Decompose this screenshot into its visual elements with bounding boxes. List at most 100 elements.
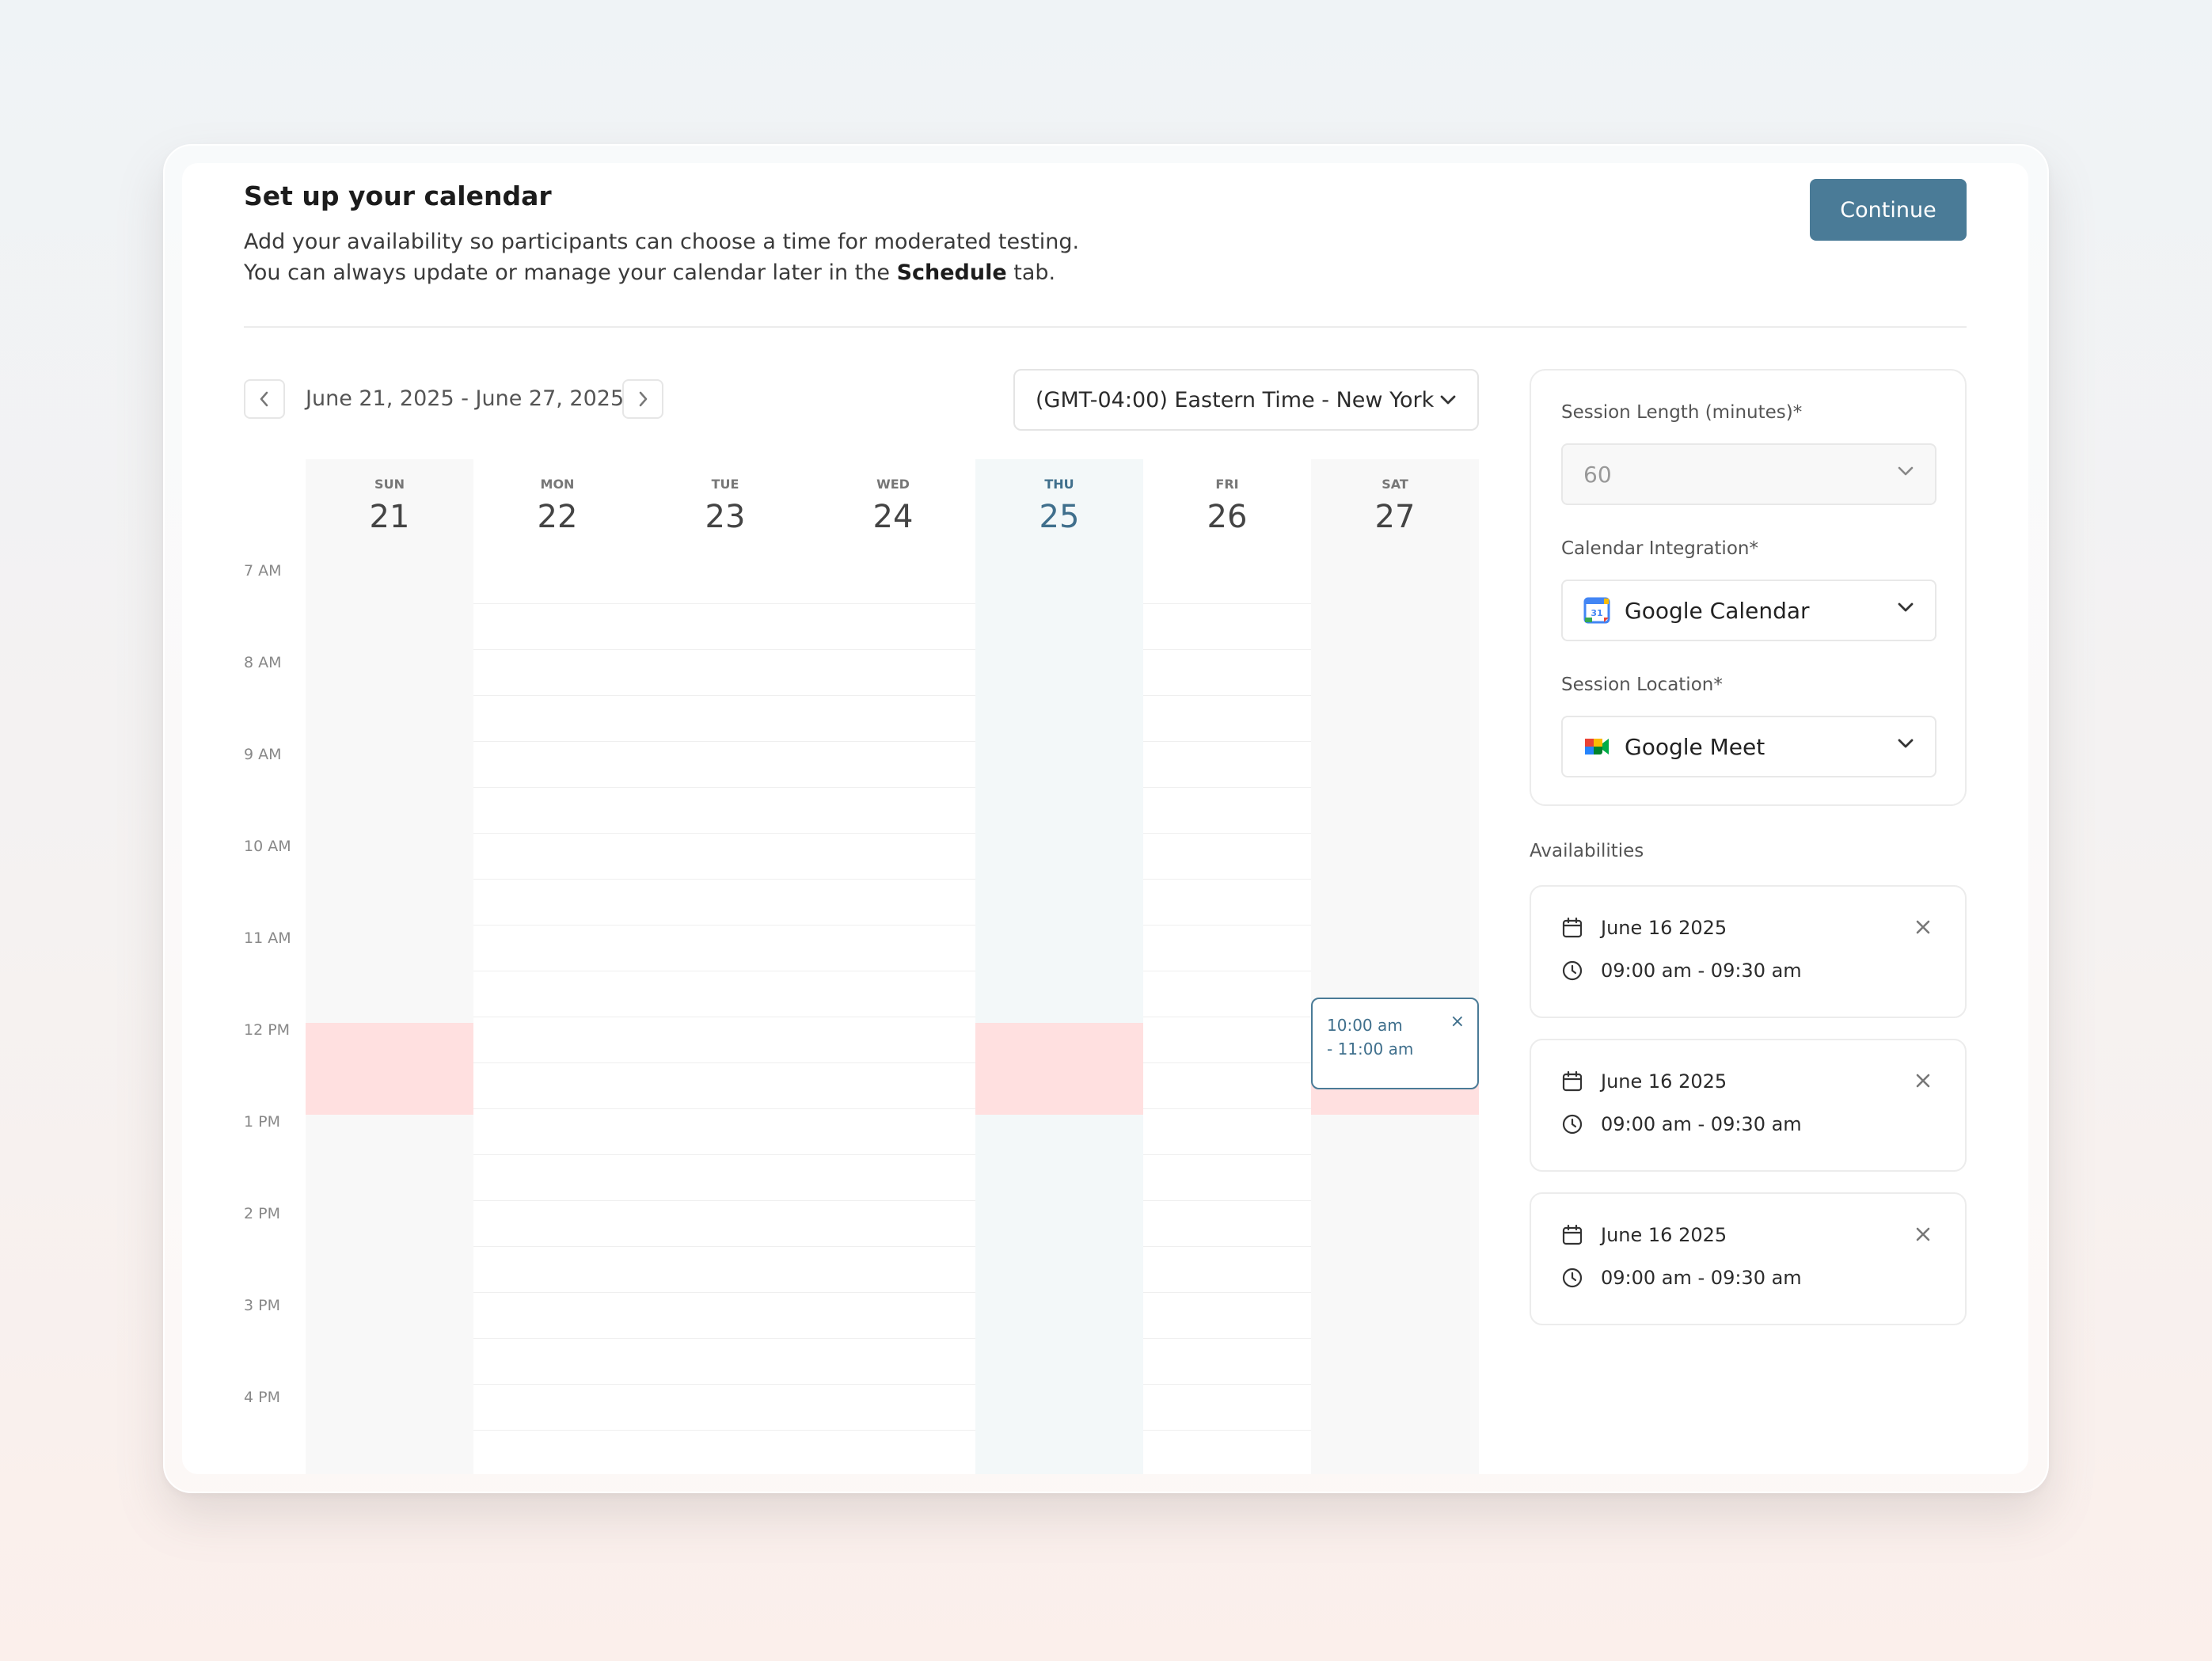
session-location-value: Google Meet [1625, 733, 1765, 760]
grid-line [809, 649, 977, 650]
availability-date-row: June 16 2025 [1561, 1224, 1727, 1246]
grid-line [809, 1292, 977, 1293]
grid-line [809, 1108, 977, 1109]
description-line-2: You can always update or manage your cal… [244, 257, 1079, 288]
grid-line [809, 1338, 977, 1339]
day-column-wed[interactable]: WED 24 [809, 459, 977, 1474]
calendar-icon [1562, 1070, 1583, 1092]
clock-icon [1562, 1268, 1583, 1288]
page-description: Add your availability so participants ca… [244, 226, 1079, 288]
day-column-sun[interactable]: SUN 21 [306, 459, 473, 1474]
availability-time-row: 09:00 am - 09:30 am [1561, 960, 1802, 982]
availabilities-title: Availabilities [1530, 841, 1644, 861]
calendar-integration-label: Calendar Integration* [1561, 538, 1758, 559]
grid-line [473, 787, 641, 788]
day-number: 27 [1374, 499, 1416, 535]
day-header: SAT 27 [1311, 459, 1479, 557]
time-label: 8 AM [244, 654, 282, 671]
calendar-integration-select[interactable]: 31 Google Calendar [1561, 580, 1936, 641]
availability-time: 09:00 am - 09:30 am [1601, 1113, 1802, 1135]
grid-line [473, 695, 641, 696]
grid-line [641, 649, 809, 650]
description-line-1: Add your availability so participants ca… [244, 230, 1080, 254]
grid-line [473, 741, 641, 742]
grid-line [473, 1200, 641, 1201]
clock-icon [1562, 1114, 1583, 1135]
next-week-button[interactable] [622, 379, 663, 419]
availability-time-row: 09:00 am - 09:30 am [1561, 1267, 1802, 1289]
time-label: 12 PM [244, 1021, 291, 1039]
day-name: MON [540, 477, 575, 492]
chevron-down-icon [1440, 395, 1456, 405]
timezone-select[interactable]: (GMT-04:00) Eastern Time - New York [1013, 369, 1479, 431]
session-length-value: 60 [1583, 461, 1612, 488]
schedule-tab-reference: Schedule [896, 260, 1007, 285]
session-settings-panel: Session Length (minutes)* 60 Calendar In… [1530, 369, 1967, 806]
grid-line [473, 649, 641, 650]
day-number: 22 [537, 499, 578, 535]
setup-card: Set up your calendar Add your availabili… [182, 163, 2028, 1474]
grid-line [1143, 695, 1311, 696]
grid-line [641, 879, 809, 880]
grid-line [473, 833, 641, 834]
day-column-fri[interactable]: FRI 26 [1143, 459, 1311, 1474]
availability-slot[interactable]: 10:00 am - 11:00 am × [1311, 998, 1479, 1089]
day-name: FRI [1215, 477, 1239, 492]
time-label: 3 PM [244, 1297, 280, 1314]
grid-line [809, 925, 977, 926]
grid-line [473, 879, 641, 880]
grid-line [641, 1200, 809, 1201]
session-length-select[interactable]: 60 [1561, 443, 1936, 505]
grid-line [1143, 1292, 1311, 1293]
grid-line [1143, 1338, 1311, 1339]
calendar-icon [1562, 917, 1583, 938]
grid-line [641, 1062, 809, 1063]
grid-line [809, 879, 977, 880]
grid-line [1143, 649, 1311, 650]
grid-line [809, 1246, 977, 1247]
svg-text:31: 31 [1591, 608, 1602, 618]
grid-line [809, 1430, 977, 1431]
grid-line [641, 1292, 809, 1293]
day-number: 23 [705, 499, 746, 535]
close-icon[interactable]: × [1450, 1010, 1465, 1034]
close-icon[interactable] [1914, 1072, 1932, 1089]
calendar-icon [1562, 1224, 1583, 1245]
grid-line [1143, 1430, 1311, 1431]
availability-date: June 16 2025 [1601, 1070, 1727, 1093]
grid-line [641, 1338, 809, 1339]
day-number: 24 [872, 499, 914, 535]
grid-line [641, 787, 809, 788]
day-name: TUE [711, 477, 739, 492]
previous-week-button[interactable] [244, 379, 285, 419]
header-divider [244, 326, 1967, 328]
time-label: 2 PM [244, 1205, 280, 1222]
day-name: WED [876, 477, 910, 492]
grid-line [809, 1062, 977, 1063]
day-number: 26 [1207, 499, 1248, 535]
day-name: THU [1044, 477, 1074, 492]
day-column-sat[interactable]: SAT 27 [1311, 459, 1479, 1474]
day-header: WED 24 [809, 459, 977, 557]
week-range: June 21, 2025 - June 27, 2025 [306, 386, 625, 411]
grid-line [1143, 879, 1311, 880]
session-location-select[interactable]: Google Meet [1561, 716, 1936, 777]
grid-line [473, 1154, 641, 1155]
close-icon[interactable] [1914, 1226, 1932, 1243]
timezone-value: (GMT-04:00) Eastern Time - New York [1036, 387, 1435, 412]
day-header: TUE 23 [641, 459, 809, 557]
availability-date: June 16 2025 [1601, 917, 1727, 939]
grid-line [473, 925, 641, 926]
calendar-integration-value: Google Calendar [1625, 597, 1810, 624]
day-column-mon[interactable]: MON 22 [473, 459, 641, 1474]
day-number: 21 [369, 499, 410, 535]
day-column-thu[interactable]: THU 25 [975, 459, 1143, 1474]
day-column-tue[interactable]: TUE 23 [641, 459, 809, 1474]
grid-line [473, 1430, 641, 1431]
blocked-slot [306, 1023, 473, 1115]
slot-start: 10:00 am [1327, 1016, 1403, 1035]
availability-time: 09:00 am - 09:30 am [1601, 960, 1802, 982]
close-icon[interactable] [1914, 918, 1932, 936]
continue-button[interactable]: Continue [1810, 179, 1967, 241]
availability-time: 09:00 am - 09:30 am [1601, 1267, 1802, 1289]
